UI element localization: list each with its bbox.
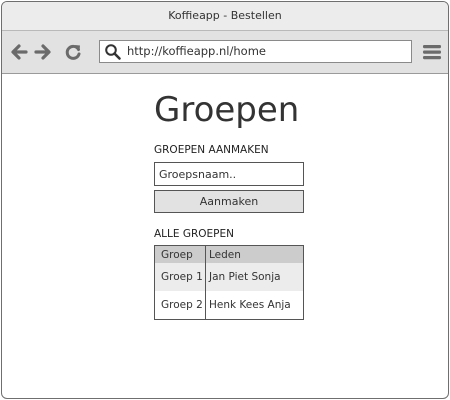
window-title: Koffieapp - Bestellen	[2, 2, 448, 31]
search-icon	[104, 43, 122, 61]
reload-icon[interactable]	[63, 42, 83, 62]
all-groups-heading: ALLE GROEPEN	[154, 228, 235, 240]
create-group-button[interactable]: Aanmaken	[154, 190, 304, 213]
group-members-cell: Henk Kees Anja	[205, 291, 304, 320]
page-content: Groepen GROEPEN AANMAKEN Aanmaken ALLE G…	[2, 74, 448, 396]
browser-toolbar: http://koffieapp.nl/home	[2, 31, 448, 74]
table-row[interactable]: Groep 2 Henk Kees Anja	[154, 291, 304, 320]
group-name-cell: Groep 2	[154, 291, 206, 320]
group-members-cell: Jan Piet Sonja	[205, 263, 304, 291]
browser-window: Koffieapp - Bestellen http://koffieapp.n…	[1, 1, 449, 399]
group-name-cell: Groep 1	[154, 263, 206, 291]
url-text: http://koffieapp.nl/home	[127, 44, 266, 58]
table-header-row: Groep Leden	[154, 245, 304, 263]
arrow-left-icon[interactable]	[9, 42, 29, 62]
group-name-input[interactable]	[154, 162, 304, 186]
address-bar[interactable]: http://koffieapp.nl/home	[99, 40, 412, 63]
groups-table: Groep Leden Groep 1 Jan Piet Sonja Groep…	[154, 245, 304, 320]
page-title: Groepen	[154, 90, 300, 130]
arrow-right-icon[interactable]	[33, 42, 53, 62]
column-header-group: Groep	[154, 245, 206, 263]
table-row[interactable]: Groep 1 Jan Piet Sonja	[154, 263, 304, 291]
hamburger-menu-icon[interactable]	[422, 42, 442, 62]
create-groups-heading: GROEPEN AANMAKEN	[154, 144, 269, 156]
column-header-members: Leden	[205, 245, 304, 263]
